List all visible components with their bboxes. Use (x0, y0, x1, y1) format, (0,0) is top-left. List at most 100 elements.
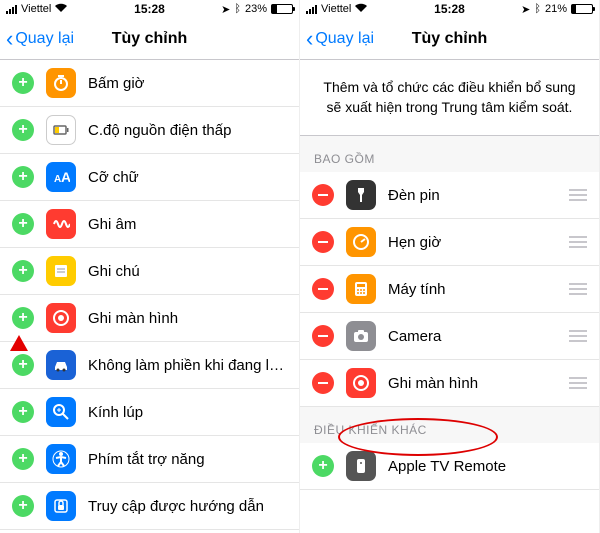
included-list: Đèn pin Hẹn giờ Máy tính Camera Ghi màn hình (300, 172, 599, 407)
reorder-handle[interactable] (569, 330, 587, 342)
battery-pct: 21% (545, 3, 567, 15)
add-button[interactable]: + (312, 455, 334, 477)
battery-pct: 23% (245, 3, 267, 15)
timer-icon (346, 227, 376, 257)
flashlight-icon (346, 180, 376, 210)
item-label: Ghi màn hình (388, 375, 557, 392)
left-screenshot: Viettel 15:28 ➤ ᛒ 23% ‹ Quay lại Tùy chỉ… (0, 0, 300, 533)
list-item: + Bấm giờ (0, 60, 299, 107)
back-button[interactable]: ‹ Quay lại (0, 28, 74, 50)
reorder-handle[interactable] (569, 377, 587, 389)
add-button[interactable]: + (12, 307, 34, 329)
list-item: + Không làm phiền khi đang lái xe (0, 342, 299, 389)
lowpower-icon (46, 115, 76, 145)
section-header-included: BAO GỒM (300, 136, 599, 172)
car-icon (46, 350, 76, 380)
list-item: + Ghi âm (0, 201, 299, 248)
item-label: C.độ nguồn điện thấp (88, 122, 287, 139)
chevron-left-icon: ‹ (6, 28, 13, 50)
item-label: Truy cập được hướng dẫn (88, 498, 287, 515)
carrier-label: Viettel (321, 3, 351, 15)
remove-button[interactable] (312, 184, 334, 206)
nav-bar: ‹ Quay lại Tùy chỉnh (300, 18, 599, 60)
svg-text:A: A (61, 169, 70, 185)
nav-bar: ‹ Quay lại Tùy chỉnh (0, 18, 299, 60)
list-item: Camera (300, 313, 599, 360)
item-label: Camera (388, 328, 557, 345)
list-item: + Kính lúp (0, 389, 299, 436)
page-title: Tùy chỉnh (112, 30, 188, 48)
more-list: + Apple TV Remote (300, 443, 599, 490)
add-button[interactable]: + (12, 72, 34, 94)
calc-icon (346, 274, 376, 304)
list-item: + Apple TV Remote (300, 443, 599, 490)
controls-list: +Bấm giờ+C.độ nguồn điện thấp+AACỡ chữ+G… (0, 60, 299, 530)
list-item: + Ghi màn hình (0, 295, 299, 342)
textsize-icon: AA (46, 162, 76, 192)
status-bar: Viettel 15:28 ➤ ᛒ 21% (300, 0, 599, 18)
back-label: Quay lại (15, 30, 74, 48)
remove-button[interactable] (312, 278, 334, 300)
camera-icon (346, 321, 376, 351)
signal-icon (306, 5, 317, 14)
item-label: Ghi âm (88, 216, 287, 233)
add-button[interactable]: + (12, 166, 34, 188)
item-label: Đèn pin (388, 187, 557, 204)
item-label: Không làm phiền khi đang lái xe (88, 357, 287, 374)
voice-icon (46, 209, 76, 239)
add-button[interactable]: + (12, 213, 34, 235)
intro-text: Thêm và tổ chức các điều khiển bổ sung s… (300, 60, 599, 136)
bluetooth-icon: ᛒ (234, 3, 241, 15)
wifi-icon (55, 3, 67, 15)
item-label: Ghi màn hình (88, 310, 287, 327)
magnify-icon (46, 397, 76, 427)
carrier-label: Viettel (21, 3, 51, 15)
back-button[interactable]: ‹ Quay lại (300, 28, 374, 50)
add-button[interactable]: + (12, 119, 34, 141)
add-button[interactable]: + (12, 495, 34, 517)
add-button[interactable]: + (12, 448, 34, 470)
page-title: Tùy chỉnh (412, 30, 488, 48)
access-icon (46, 444, 76, 474)
add-button[interactable]: + (12, 260, 34, 282)
screenrecord-icon (46, 303, 76, 333)
remove-button[interactable] (312, 372, 334, 394)
list-item: Hẹn giờ (300, 219, 599, 266)
location-icon: ➤ (521, 3, 530, 16)
list-item: + AA Cỡ chữ (0, 154, 299, 201)
remove-button[interactable] (312, 325, 334, 347)
clock: 15:28 (134, 2, 165, 16)
stopwatch-icon (46, 68, 76, 98)
list-item: + Truy cập được hướng dẫn (0, 483, 299, 530)
item-label: Kính lúp (88, 404, 287, 421)
list-item: +Ghi chú (0, 248, 299, 295)
item-label: Cỡ chữ (88, 169, 287, 186)
remove-button[interactable] (312, 231, 334, 253)
reorder-handle[interactable] (569, 189, 587, 201)
reorder-handle[interactable] (569, 283, 587, 295)
list-item: + Phím tắt trợ năng (0, 436, 299, 483)
back-label: Quay lại (315, 30, 374, 48)
battery-icon (571, 4, 593, 14)
status-bar: Viettel 15:28 ➤ ᛒ 23% (0, 0, 299, 18)
item-label: Apple TV Remote (388, 458, 587, 475)
item-label: Hẹn giờ (388, 234, 557, 251)
chevron-left-icon: ‹ (306, 28, 313, 50)
list-item: Đèn pin (300, 172, 599, 219)
item-label: Máy tính (388, 281, 557, 298)
location-icon: ➤ (221, 3, 230, 16)
remote-icon (346, 451, 376, 481)
wifi-icon (355, 3, 367, 15)
signal-icon (6, 5, 17, 14)
bluetooth-icon: ᛒ (534, 3, 541, 15)
reorder-handle[interactable] (569, 236, 587, 248)
section-header-more: ĐIỀU KHIỂN KHÁC (300, 407, 599, 443)
add-button[interactable]: + (12, 354, 34, 376)
clock: 15:28 (434, 2, 465, 16)
guided-icon (46, 491, 76, 521)
right-screenshot: Viettel 15:28 ➤ ᛒ 21% ‹ Quay lại Tùy chỉ… (300, 0, 600, 533)
add-button[interactable]: + (12, 401, 34, 423)
list-item: Máy tính (300, 266, 599, 313)
item-label: Phím tắt trợ năng (88, 451, 287, 468)
item-label: Bấm giờ (88, 75, 287, 92)
